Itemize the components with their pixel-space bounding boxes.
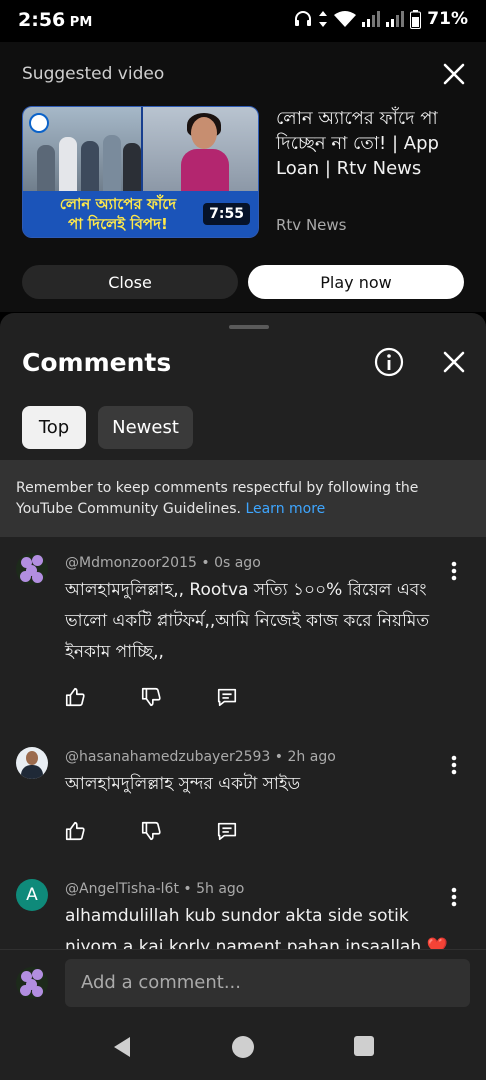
info-icon[interactable] — [373, 346, 405, 378]
dislike-icon[interactable] — [140, 686, 162, 708]
back-icon[interactable] — [110, 1035, 134, 1059]
comments-title: Comments — [22, 348, 172, 377]
close-icon[interactable] — [440, 60, 468, 88]
battery-percent: 71% — [427, 9, 468, 29]
wifi-icon — [334, 11, 357, 27]
more-options-icon[interactable] — [446, 753, 462, 777]
system-nav-bar — [0, 1015, 486, 1080]
play-now-button[interactable]: Play now — [248, 265, 464, 299]
comment-meta: @Mdmonzoor2015 • 0s ago — [65, 555, 261, 571]
comment-age: 0s ago — [214, 555, 261, 571]
close-button[interactable]: Close — [22, 265, 238, 299]
comment-author[interactable]: @Mdmonzoor2015 — [65, 555, 197, 571]
comment-age: 5h ago — [196, 881, 245, 897]
comment-age: 2h ago — [287, 749, 336, 765]
add-comment-input[interactable]: Add a comment... — [65, 959, 470, 1007]
comment-actions — [64, 686, 238, 708]
video-thumbnail[interactable]: লোন অ্যাপের ফাঁদে পা দিলেই বিপদ! 7:55 — [22, 106, 259, 238]
reply-icon[interactable] — [216, 820, 238, 842]
chip-newest[interactable]: Newest — [98, 406, 193, 449]
drag-handle[interactable] — [229, 325, 269, 329]
rtv-logo — [29, 113, 49, 133]
comment-author[interactable]: @hasanahamedzubayer2593 — [65, 749, 270, 765]
comment-text: alhamdulillah kub sundor akta side sotik… — [65, 906, 448, 949]
video-duration: 7:55 — [203, 203, 250, 225]
comment-item: A @AngelTisha-l6t • 5h ago alhamdulillah… — [0, 879, 486, 949]
add-comment-bar: Add a comment... — [0, 949, 486, 1015]
signal-icon — [386, 11, 405, 27]
video-channel: Rtv News — [276, 216, 347, 234]
comment-text: আলহামদুলিল্লাহ সুন্দর একটা সাইড — [65, 774, 301, 794]
comment-item: @hasanahamedzubayer2593 • 2h ago আলহামদু… — [0, 747, 486, 857]
avatar — [16, 967, 48, 999]
reply-icon[interactable] — [216, 686, 238, 708]
status-bar: 2:56 PM 71% — [0, 0, 486, 42]
learn-more-link[interactable]: Learn more — [245, 501, 325, 517]
community-guidelines-notice: Remember to keep comments respectful by … — [0, 460, 486, 537]
signal-icon — [362, 11, 381, 27]
like-icon[interactable] — [64, 686, 86, 708]
data-arrows-icon — [319, 11, 328, 27]
avatar[interactable] — [16, 747, 48, 779]
comment-item: @Mdmonzoor2015 • 0s ago আলহামদুলিল্লাহ,,… — [0, 553, 486, 723]
thumbnail-speaker-photo — [143, 107, 258, 193]
dislike-icon[interactable] — [140, 820, 162, 842]
close-icon[interactable] — [440, 348, 468, 376]
comment-meta: @AngelTisha-l6t • 5h ago — [65, 881, 245, 897]
more-options-icon[interactable] — [446, 885, 462, 909]
comment-meta: @hasanahamedzubayer2593 • 2h ago — [65, 749, 336, 765]
chip-top[interactable]: Top — [22, 406, 86, 449]
avatar[interactable] — [16, 553, 48, 585]
home-icon[interactable] — [231, 1035, 255, 1059]
avatar[interactable]: A — [16, 879, 48, 911]
comment-actions — [64, 820, 238, 842]
comment-text: আলহামদুলিল্লাহ,, Rootva সত্যি ১০০% রিয়ে… — [65, 580, 430, 662]
headphones-icon — [295, 11, 312, 26]
battery-icon — [410, 9, 422, 29]
comment-author[interactable]: @AngelTisha-l6t — [65, 881, 179, 897]
status-time: 2:56 PM — [18, 9, 93, 31]
recents-icon[interactable] — [353, 1035, 375, 1057]
suggested-video-card: Suggested video লোন অ্যাপের ফাঁদে পা দিল… — [0, 42, 486, 312]
video-title[interactable]: লোন অ্যাপের ফাঁদে পা দিচ্ছেন না তো! | Ap… — [276, 106, 472, 181]
like-icon[interactable] — [64, 820, 86, 842]
more-options-icon[interactable] — [446, 559, 462, 583]
status-icons: 71% — [294, 9, 468, 29]
suggested-heading: Suggested video — [22, 64, 165, 84]
